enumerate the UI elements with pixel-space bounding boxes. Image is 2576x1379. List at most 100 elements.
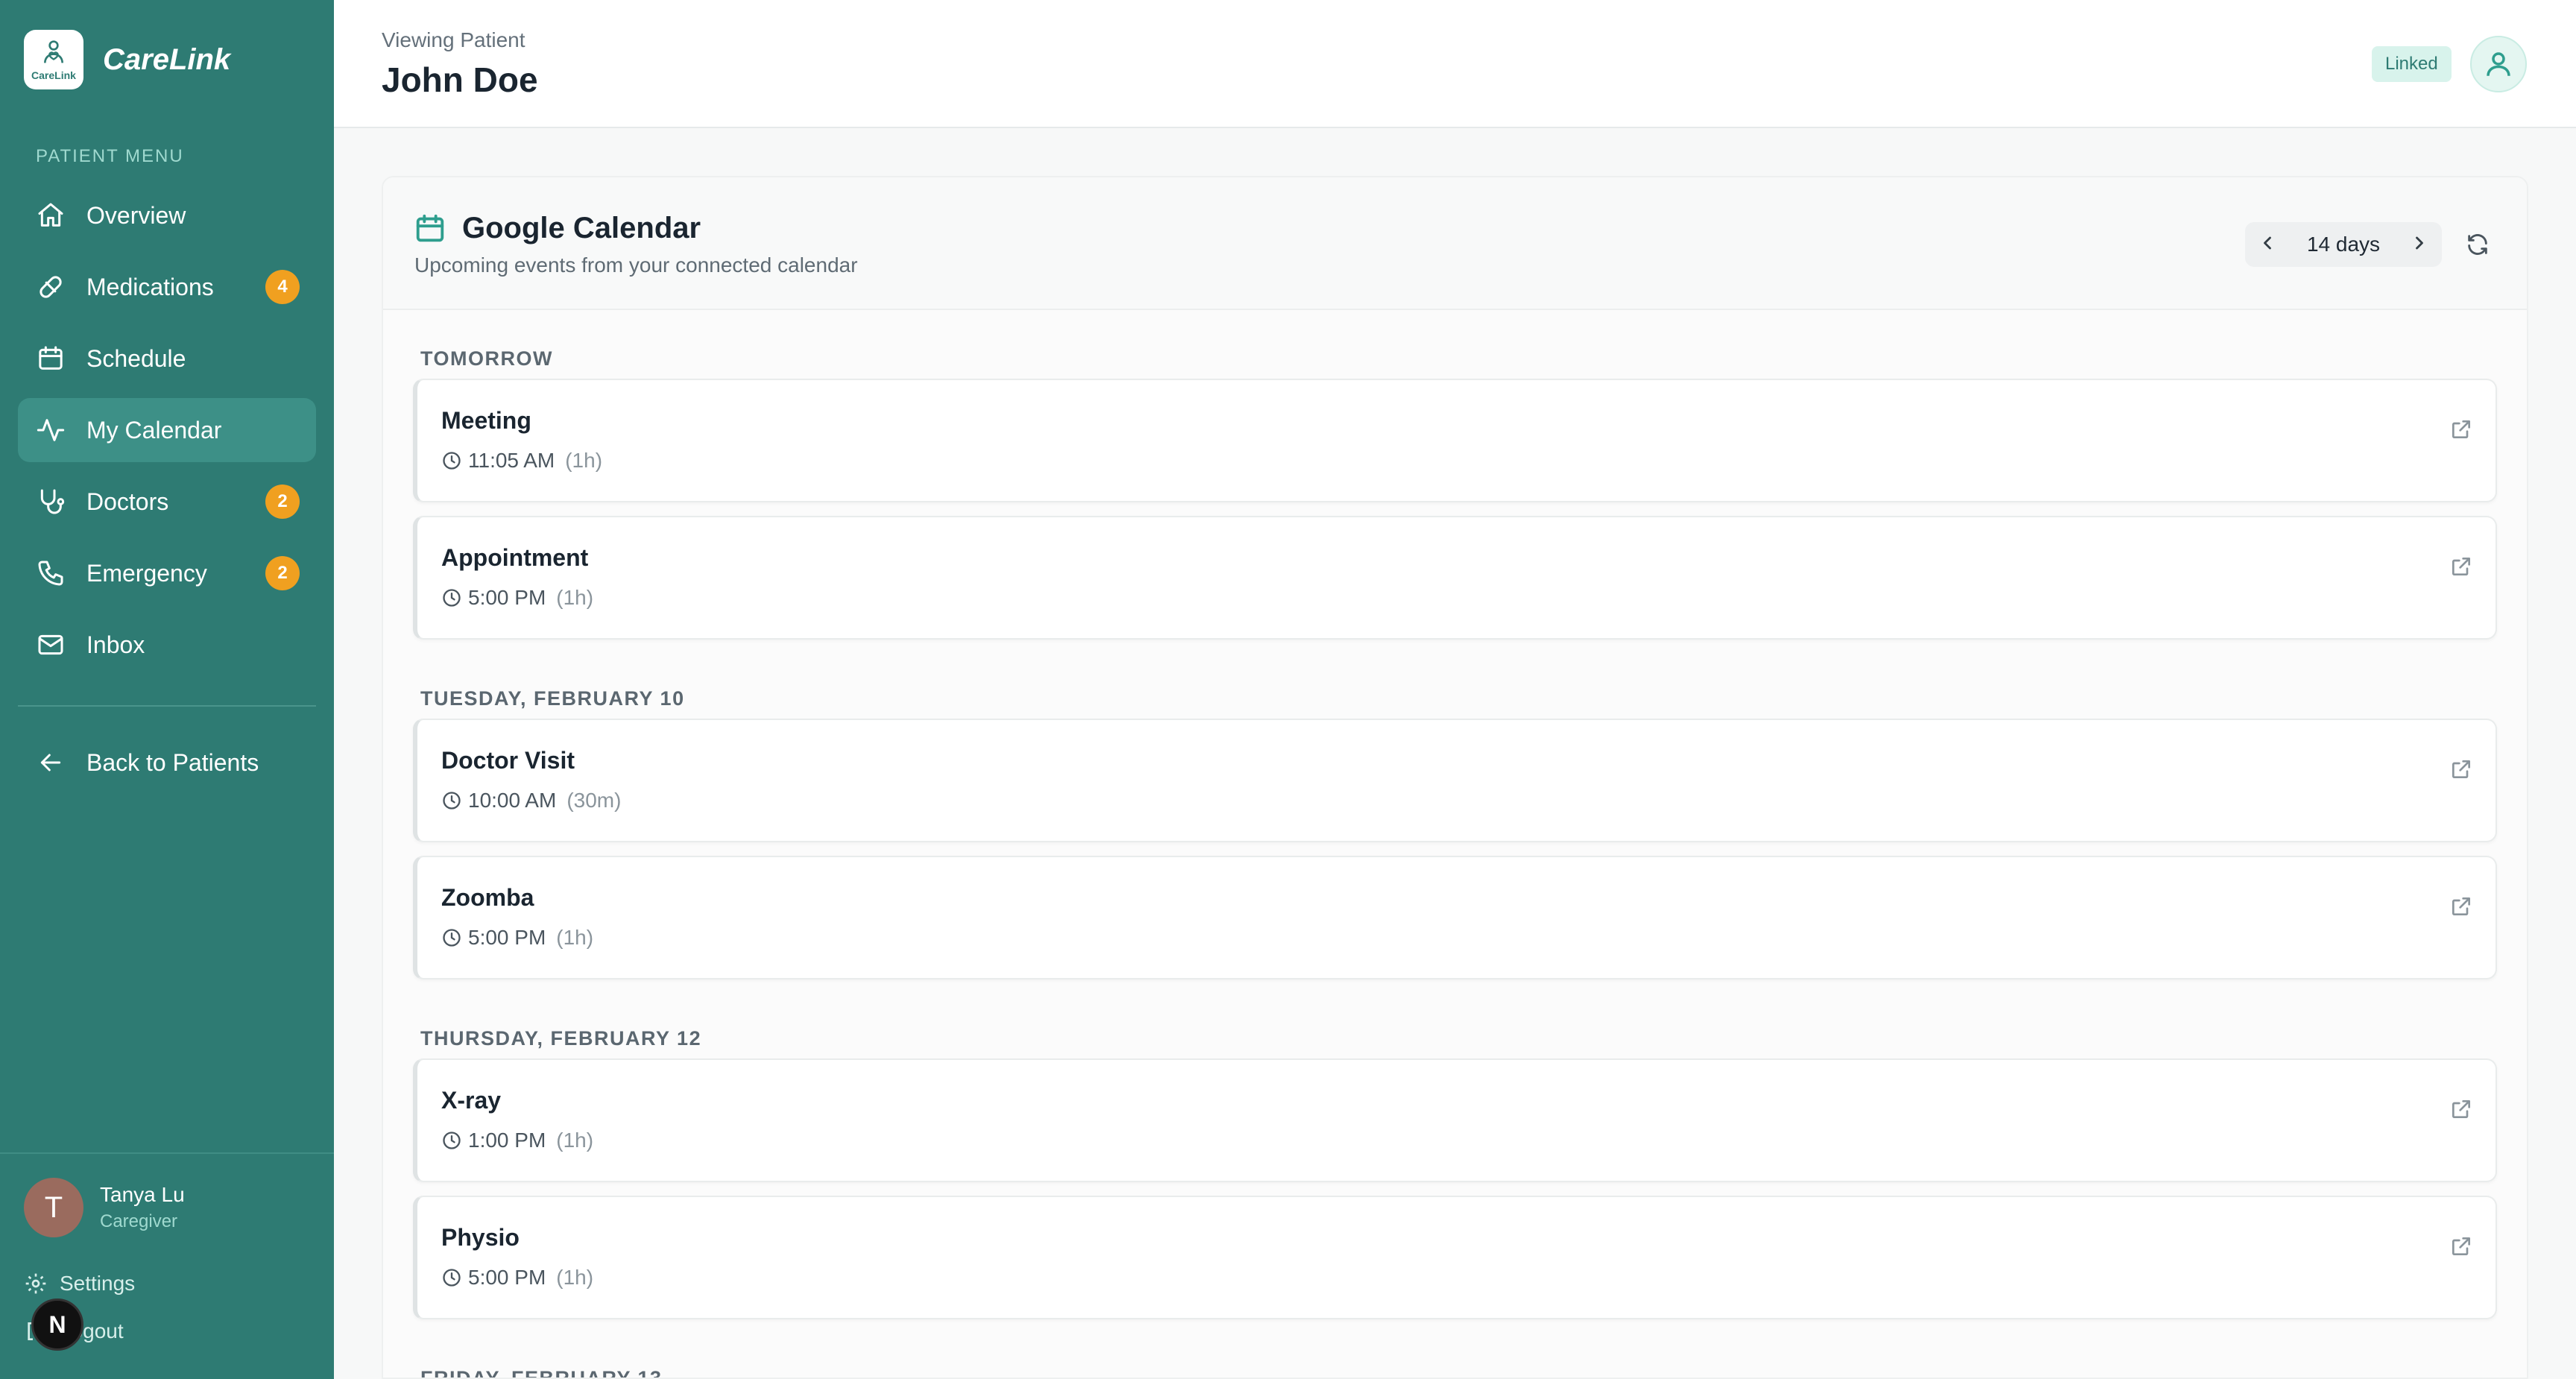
sidebar-item-emergency[interactable]: Emergency 2 [18, 541, 316, 605]
open-event-button[interactable] [2446, 1231, 2476, 1261]
open-event-button[interactable] [2446, 414, 2476, 444]
calendar-card-header: Google Calendar Upcoming events from you… [383, 177, 2527, 310]
user-name: Tanya Lu [100, 1183, 185, 1206]
viewing-patient-label: Viewing Patient [382, 28, 525, 51]
sidebar: CareLink CareLink PATIENT MENU Overview … [0, 0, 334, 1379]
day-heading: THURSDAY, FEBRUARY 12 [420, 1027, 702, 1050]
event-item[interactable]: X-ray 1:00 PM (1h) [413, 1058, 2497, 1182]
calendar-title: Google Calendar [462, 212, 701, 244]
sidebar-item-medications[interactable]: Medications 4 [18, 255, 316, 319]
event-title: Zoomba [441, 884, 534, 911]
sidebar-item-label: Medications [86, 273, 214, 300]
profile-button[interactable] [2470, 36, 2527, 92]
brand-logo-text: CareLink [31, 69, 76, 81]
status-badge: Linked [2372, 46, 2452, 82]
medications-count-badge: 4 [265, 270, 300, 304]
user-info: Tanya Lu Caregiver [100, 1183, 185, 1232]
event-item[interactable]: Appointment 5:00 PM (1h) [413, 516, 2497, 640]
sidebar-item-label: Overview [86, 201, 186, 229]
clock-icon [443, 929, 461, 947]
event-item[interactable]: Zoomba 5:00 PM (1h) [413, 856, 2497, 979]
event-time-row: 5:00 PM (1h) [441, 1266, 593, 1290]
nav-divider [18, 705, 316, 707]
sidebar-bottom-divider [0, 1152, 334, 1154]
date-range-control: 14 days [2245, 222, 2442, 267]
stethoscope-icon [36, 487, 66, 517]
settings-label: Settings [60, 1272, 136, 1295]
sidebar-item-overview[interactable]: Overview [18, 183, 316, 247]
event-title: Meeting [441, 407, 531, 434]
clock-icon [443, 452, 461, 470]
back-to-patients-container: Back to Patients [18, 730, 316, 802]
back-to-patients-link[interactable]: Back to Patients [18, 730, 316, 795]
back-to-patients-label: Back to Patients [86, 748, 259, 776]
emergency-count-badge: 2 [265, 556, 300, 590]
brand-logo: CareLink [24, 30, 83, 89]
event-time: 1:00 PM [468, 1129, 546, 1152]
caregiver-logo-icon [44, 40, 63, 63]
patient-menu: Overview Medications 4 Schedule My Calen… [18, 183, 316, 684]
user-role: Caregiver [100, 1211, 178, 1231]
event-item[interactable]: Doctor Visit 10:00 AM (30m) [413, 719, 2497, 842]
event-item[interactable]: Physio 5:00 PM (1h) [413, 1196, 2497, 1319]
sidebar-item-label: Emergency [86, 559, 207, 587]
sidebar-item-label: Schedule [86, 344, 186, 372]
sidebar-item-doctors[interactable]: Doctors 2 [18, 470, 316, 534]
chevron-right-icon [2416, 236, 2423, 249]
avatar: T [24, 1178, 83, 1237]
open-event-button[interactable] [2446, 892, 2476, 921]
day-heading: FRIDAY, FEBRUARY 13 [420, 1367, 663, 1379]
phone-icon [36, 558, 66, 588]
open-event-button[interactable] [2446, 552, 2476, 581]
sidebar-item-my-calendar[interactable]: My Calendar [18, 398, 316, 462]
event-duration: (1h) [565, 449, 603, 472]
clock-icon [443, 1269, 461, 1287]
sidebar-item-inbox[interactable]: Inbox [18, 613, 316, 677]
refresh-button[interactable] [2460, 227, 2496, 262]
date-range-label: 14 days [2306, 233, 2381, 256]
next-range-button[interactable] [2409, 233, 2430, 257]
sidebar-item-label: My Calendar [86, 416, 222, 444]
user-icon [2487, 52, 2510, 76]
event-time: 5:00 PM [468, 1266, 546, 1289]
sidebar-item-schedule[interactable]: Schedule [18, 326, 316, 391]
calendar-subtitle: Upcoming events from your connected cale… [414, 253, 858, 277]
calendar-icon [36, 344, 66, 373]
gear-icon [25, 1273, 46, 1294]
event-time: 11:05 AM [468, 449, 555, 472]
event-time-row: 10:00 AM (30m) [441, 789, 621, 812]
clock-icon [443, 589, 461, 607]
event-duration: (30m) [566, 789, 622, 812]
day-heading: TOMORROW [420, 347, 553, 370]
arrow-left-icon [36, 748, 66, 777]
external-link-icon [2452, 558, 2470, 575]
event-title: Doctor Visit [441, 747, 575, 774]
event-time: 5:00 PM [468, 926, 546, 949]
event-time: 10:00 AM [468, 789, 557, 812]
external-link-icon [2452, 760, 2470, 778]
event-title: X-ray [441, 1087, 502, 1114]
brand[interactable]: CareLink CareLink [24, 30, 230, 89]
event-duration: (1h) [556, 1129, 594, 1152]
floating-n-button[interactable]: N [31, 1298, 83, 1351]
user-profile[interactable]: T Tanya Lu Caregiver [24, 1178, 185, 1237]
event-duration: (1h) [556, 586, 594, 609]
event-item[interactable]: Meeting 11:05 AM (1h) [413, 379, 2497, 502]
google-calendar-card: Google Calendar Upcoming events from you… [382, 176, 2528, 1379]
external-link-icon [2452, 897, 2470, 915]
event-time-row: 11:05 AM (1h) [441, 449, 602, 473]
mail-icon [36, 630, 66, 660]
doctors-count-badge: 2 [265, 485, 300, 519]
open-event-button[interactable] [2446, 1094, 2476, 1124]
event-duration: (1h) [556, 926, 594, 949]
settings-link[interactable]: Settings [24, 1272, 135, 1296]
refresh-icon [2468, 234, 2487, 255]
brand-name: CareLink [103, 42, 231, 76]
open-event-button[interactable] [2446, 754, 2476, 784]
clock-icon [443, 1132, 461, 1149]
pill-icon [36, 272, 66, 302]
sidebar-item-label: Doctors [86, 487, 169, 515]
external-link-icon [2452, 1237, 2470, 1255]
previous-range-button[interactable] [2257, 233, 2278, 257]
external-link-icon [2452, 1100, 2470, 1118]
